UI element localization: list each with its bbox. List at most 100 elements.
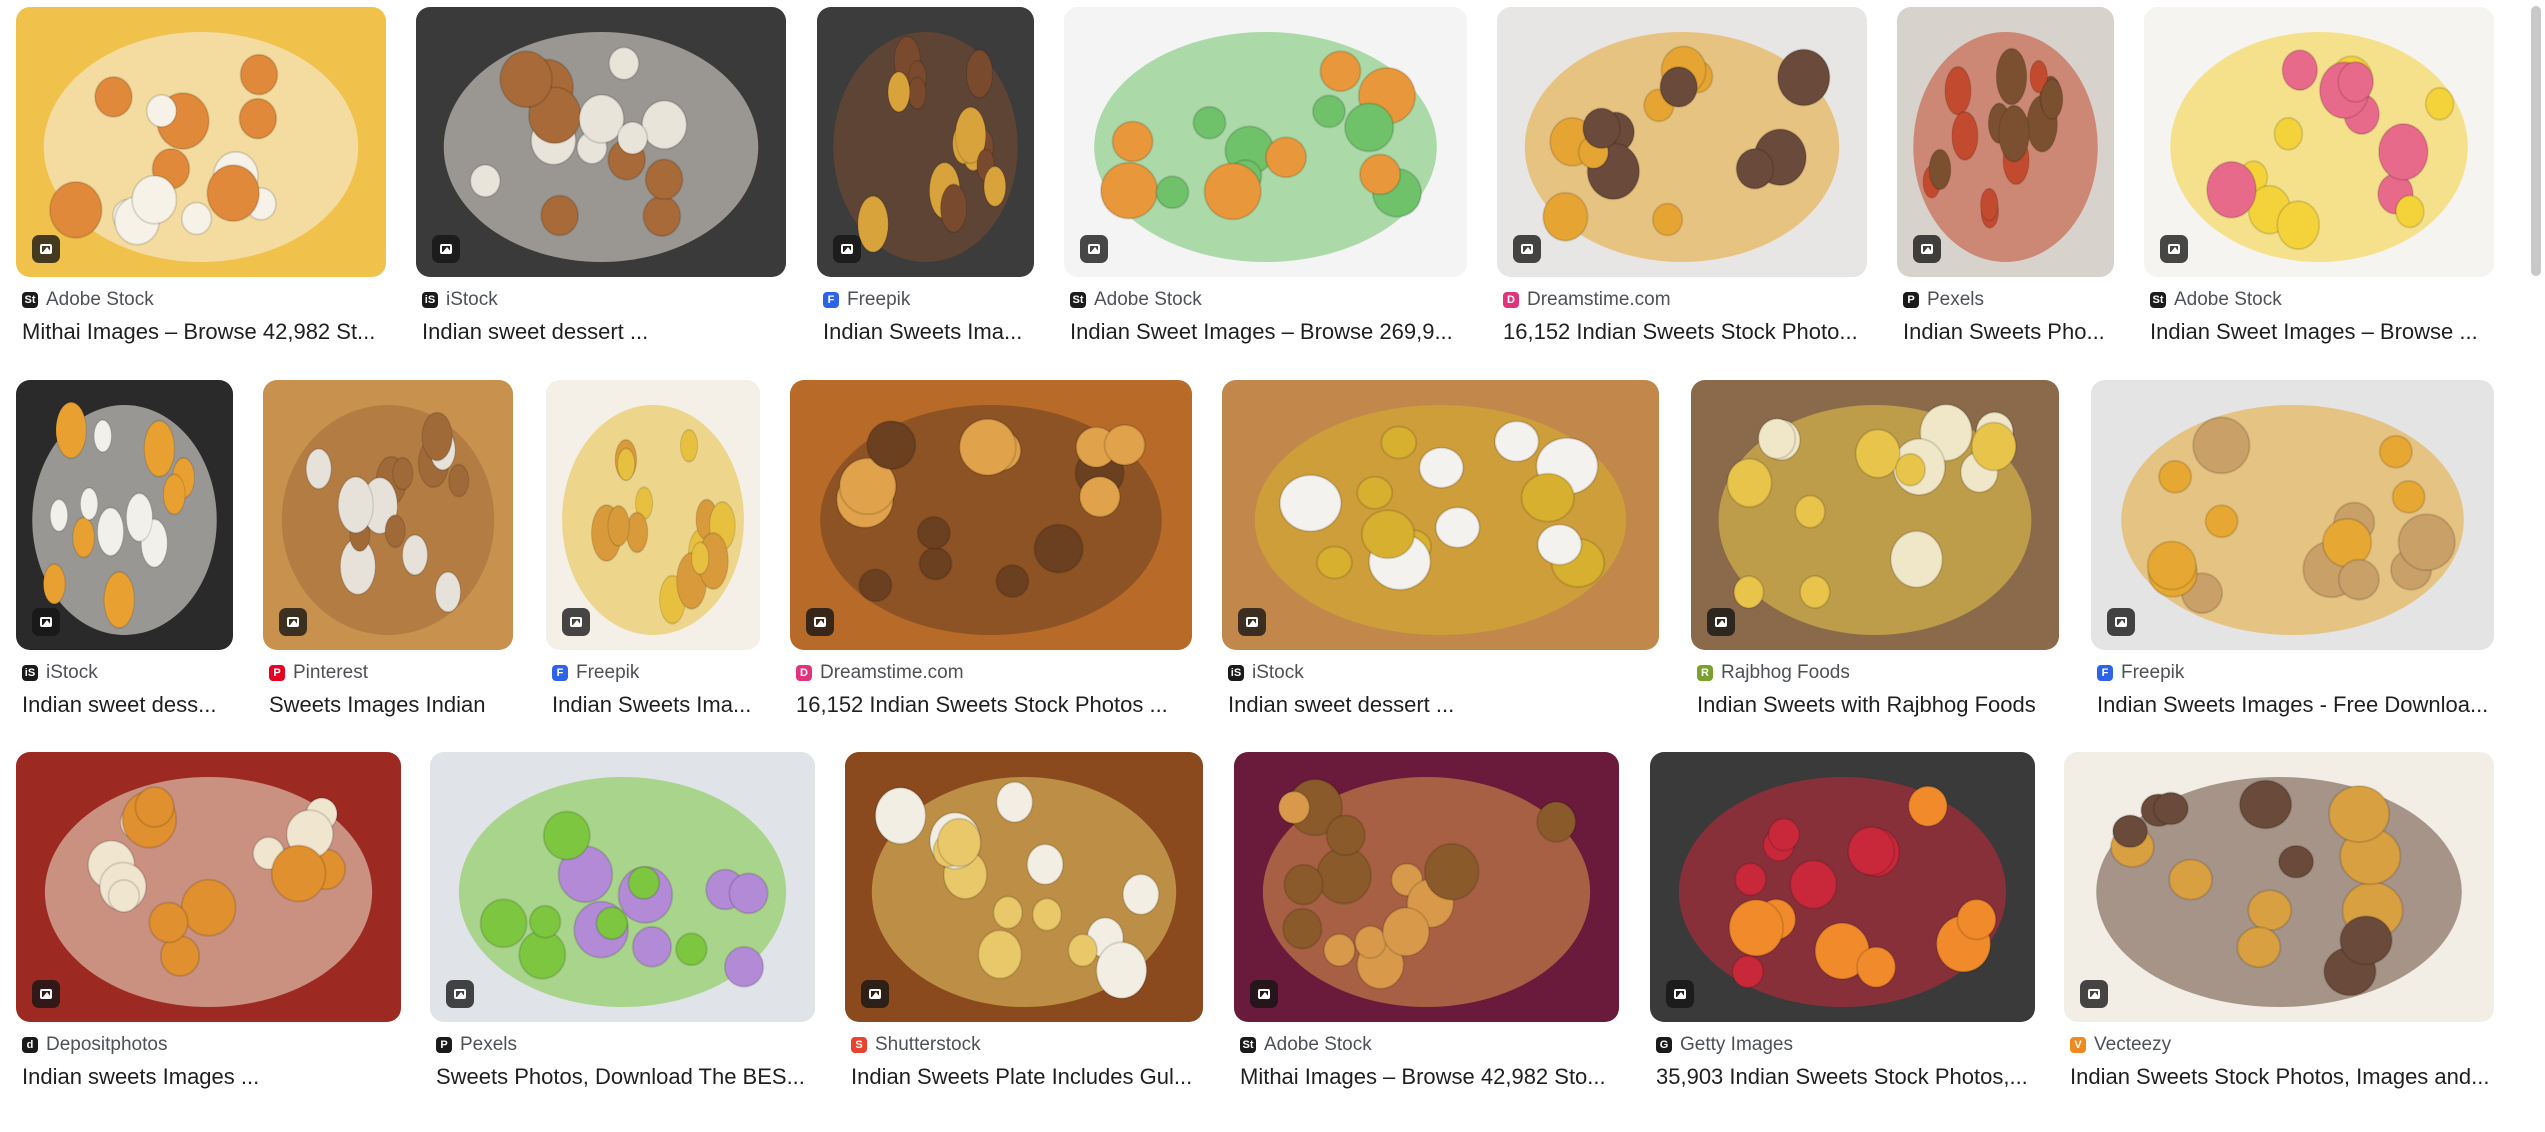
result-thumbnail[interactable]: [1222, 380, 1659, 650]
result-title[interactable]: Mithai Images – Browse 42,982 Sto...: [1240, 1063, 1619, 1091]
source-favicon-icon: R: [1697, 665, 1713, 681]
image-type-icon: [446, 980, 474, 1008]
result-title[interactable]: Indian sweet dessert ...: [422, 318, 786, 346]
result-source[interactable]: F Freepik: [2097, 660, 2494, 686]
source-name: Freepik: [847, 289, 911, 310]
image-result-card[interactable]: St Adobe Stock Mithai Images – Browse 42,9…: [1234, 752, 1619, 1132]
result-source[interactable]: iS iStock: [1228, 660, 1659, 686]
scrollbar[interactable]: [2531, 6, 2541, 276]
source-favicon-icon: P: [1903, 292, 1919, 308]
image-result-card[interactable]: iS iStock Indian sweet dessert ...: [1222, 380, 1659, 760]
result-source[interactable]: P Pexels: [436, 1032, 815, 1058]
result-source[interactable]: S Shutterstock: [851, 1032, 1203, 1058]
result-title[interactable]: Indian Sweets Ima...: [823, 318, 1034, 346]
result-title[interactable]: Indian sweet dessert ...: [1228, 691, 1659, 719]
result-thumbnail[interactable]: [1691, 380, 2059, 650]
image-result-card[interactable]: iS iStock Indian sweet dess...: [16, 380, 233, 760]
result-source[interactable]: iS iStock: [22, 660, 233, 686]
result-title[interactable]: 16,152 Indian Sweets Stock Photo...: [1503, 318, 1867, 346]
result-title[interactable]: Mithai Images – Browse 42,982 St...: [22, 318, 386, 346]
image-type-icon: [32, 235, 60, 263]
result-thumbnail[interactable]: [16, 7, 386, 277]
result-source[interactable]: P Pinterest: [269, 660, 513, 686]
result-thumbnail[interactable]: [1234, 752, 1619, 1022]
result-thumbnail[interactable]: [817, 7, 1034, 277]
result-title[interactable]: Indian sweet dess...: [22, 691, 233, 719]
result-thumbnail[interactable]: [2144, 7, 2494, 277]
result-thumbnail[interactable]: [790, 380, 1192, 650]
source-name: iStock: [446, 289, 498, 310]
image-result-card[interactable]: F Freepik Indian Sweets Ima...: [817, 7, 1034, 387]
result-source[interactable]: G Getty Images: [1656, 1032, 2035, 1058]
result-thumbnail[interactable]: [16, 752, 401, 1022]
result-source[interactable]: iS iStock: [422, 287, 786, 313]
image-result-card[interactable]: St Adobe Stock Indian Sweet Images – Brows…: [2144, 7, 2494, 387]
result-source[interactable]: V Vecteezy: [2070, 1032, 2494, 1058]
result-title[interactable]: Indian Sweets Pho...: [1903, 318, 2114, 346]
result-thumbnail[interactable]: [263, 380, 513, 650]
image-result-card[interactable]: St Adobe Stock Indian Sweet Images – Brows…: [1064, 7, 1467, 387]
result-title[interactable]: Indian Sweet Images – Browse ...: [2150, 318, 2494, 346]
result-source[interactable]: D Dreamstime.com: [796, 660, 1192, 686]
source-favicon-icon: iS: [22, 665, 38, 681]
result-thumbnail[interactable]: [546, 380, 760, 650]
result-thumbnail[interactable]: [2091, 380, 2494, 650]
image-result-card[interactable]: V Vecteezy Indian Sweets Stock Photos, Ima…: [2064, 752, 2494, 1132]
result-title[interactable]: Indian Sweets Stock Photos, Images and..…: [2070, 1063, 2494, 1091]
image-type-icon: [1666, 980, 1694, 1008]
result-thumbnail[interactable]: [845, 752, 1203, 1022]
image-result-card[interactable]: d Depositphotos Indian sweets Images ...: [16, 752, 401, 1132]
image-result-card[interactable]: G Getty Images 35,903 Indian Sweets Stock …: [1650, 752, 2035, 1132]
source-favicon-icon: d: [22, 1037, 38, 1053]
result-title[interactable]: 16,152 Indian Sweets Stock Photos ...: [796, 691, 1192, 719]
result-title[interactable]: Sweets Images Indian: [269, 691, 513, 719]
result-source[interactable]: D Dreamstime.com: [1503, 287, 1867, 313]
image-result-card[interactable]: St Adobe Stock Mithai Images – Browse 42,9…: [16, 7, 386, 387]
image-type-icon: [562, 608, 590, 636]
image-result-card[interactable]: D Dreamstime.com 16,152 Indian Sweets Stoc…: [790, 380, 1192, 760]
image-result-card[interactable]: S Shutterstock Indian Sweets Plate Include…: [845, 752, 1203, 1132]
result-source[interactable]: St Adobe Stock: [1070, 287, 1467, 313]
source-favicon-icon: iS: [422, 292, 438, 308]
result-source[interactable]: R Rajbhog Foods: [1697, 660, 2059, 686]
result-source[interactable]: St Adobe Stock: [2150, 287, 2494, 313]
source-favicon-icon: P: [269, 665, 285, 681]
result-source[interactable]: d Depositphotos: [22, 1032, 401, 1058]
result-source[interactable]: F Freepik: [552, 660, 760, 686]
result-title[interactable]: Indian Sweets Ima...: [552, 691, 760, 719]
source-favicon-icon: St: [1070, 292, 1086, 308]
result-thumbnail[interactable]: [1650, 752, 2035, 1022]
result-thumbnail[interactable]: [1064, 7, 1467, 277]
result-source[interactable]: F Freepik: [823, 287, 1034, 313]
image-type-icon: [1707, 608, 1735, 636]
image-result-card[interactable]: iS iStock Indian sweet dessert ...: [416, 7, 786, 387]
source-name: Freepik: [2121, 662, 2185, 683]
result-source[interactable]: P Pexels: [1903, 287, 2114, 313]
result-source[interactable]: St Adobe Stock: [1240, 1032, 1619, 1058]
result-thumbnail[interactable]: [430, 752, 815, 1022]
source-name: Adobe Stock: [46, 289, 154, 310]
result-title[interactable]: Indian Sweets with Rajbhog Foods: [1697, 691, 2059, 719]
result-thumbnail[interactable]: [16, 380, 233, 650]
result-title[interactable]: Sweets Photos, Download The BES...: [436, 1063, 815, 1091]
source-name: Shutterstock: [875, 1034, 981, 1055]
result-thumbnail[interactable]: [1897, 7, 2114, 277]
image-result-card[interactable]: P Pexels Indian Sweets Pho...: [1897, 7, 2114, 387]
result-title[interactable]: Indian Sweet Images – Browse 269,9...: [1070, 318, 1467, 346]
result-title[interactable]: Indian Sweets Images - Free Downloa...: [2097, 691, 2494, 719]
source-name: Adobe Stock: [2174, 289, 2282, 310]
image-result-card[interactable]: R Rajbhog Foods Indian Sweets with Rajbhog…: [1691, 380, 2059, 760]
result-title[interactable]: Indian Sweets Plate Includes Gul...: [851, 1063, 1203, 1091]
image-result-card[interactable]: F Freepik Indian Sweets Ima...: [546, 380, 760, 760]
result-thumbnail[interactable]: [2064, 752, 2494, 1022]
result-title[interactable]: 35,903 Indian Sweets Stock Photos,...: [1656, 1063, 2035, 1091]
result-thumbnail[interactable]: [1497, 7, 1867, 277]
image-result-card[interactable]: P Pexels Sweets Photos, Download The BES..…: [430, 752, 815, 1132]
image-result-card[interactable]: P Pinterest Sweets Images Indian: [263, 380, 513, 760]
result-thumbnail[interactable]: [416, 7, 786, 277]
source-name: Adobe Stock: [1264, 1034, 1372, 1055]
image-result-card[interactable]: D Dreamstime.com 16,152 Indian Sweets Stoc…: [1497, 7, 1867, 387]
result-source[interactable]: St Adobe Stock: [22, 287, 386, 313]
result-title[interactable]: Indian sweets Images ...: [22, 1063, 401, 1091]
image-result-card[interactable]: F Freepik Indian Sweets Images - Free Down…: [2091, 380, 2494, 760]
